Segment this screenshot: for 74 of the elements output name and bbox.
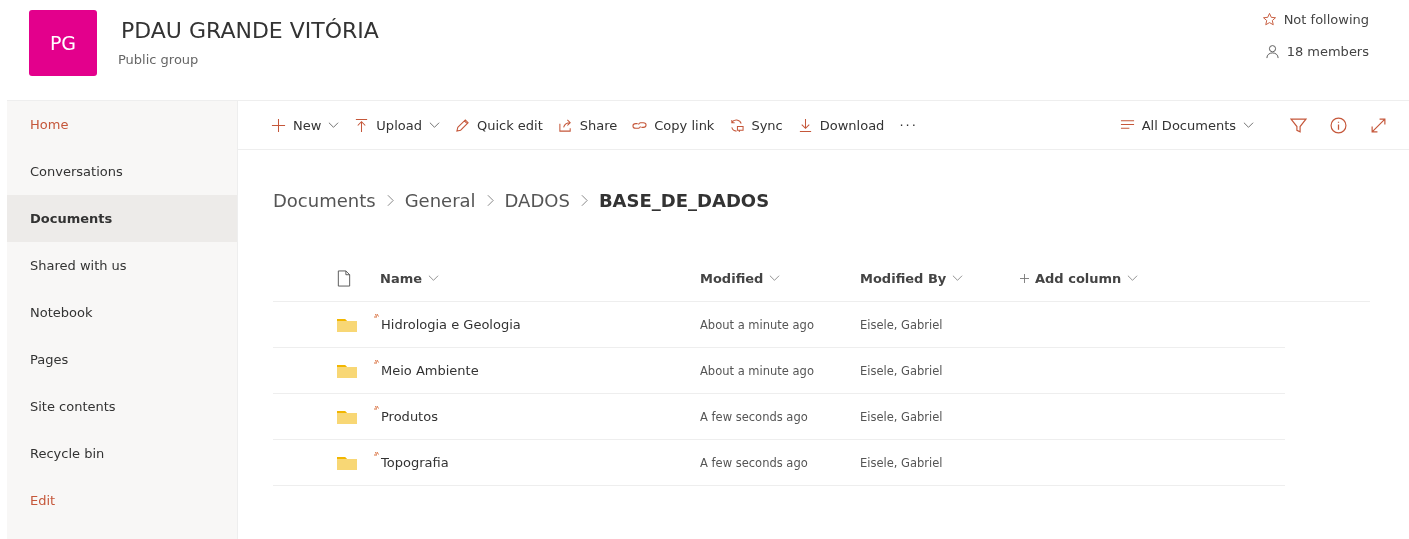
modified-cell-text: About a minute ago — [700, 363, 815, 378]
new-item-icon — [373, 313, 381, 321]
more-button[interactable]: ··· — [899, 113, 925, 137]
upload-icon — [354, 117, 370, 133]
breadcrumb-link[interactable]: BASE_DE_DADOS — [598, 190, 770, 211]
command-button[interactable]: Sync — [729, 113, 790, 137]
star-icon — [1261, 12, 1277, 27]
folder-icon — [337, 362, 357, 379]
view-dropdown[interactable]: All Documents — [1119, 113, 1261, 137]
command-button[interactable]: Upload — [354, 113, 447, 137]
folder-name-link[interactable]: Meio Ambiente — [381, 363, 479, 378]
command-button[interactable]: Download — [797, 113, 892, 137]
plus-icon — [1020, 273, 1029, 283]
filter-icon[interactable] — [1290, 116, 1307, 134]
person-icon — [1264, 44, 1280, 59]
info-icon[interactable] — [1330, 116, 1347, 134]
file-icon — [337, 269, 351, 287]
chevron-down-icon — [1127, 274, 1139, 282]
new-item-icon — [373, 451, 381, 459]
breadcrumb-link[interactable]: Documents — [273, 190, 376, 211]
members-button[interactable]: 18 members — [1264, 44, 1369, 59]
nav-link[interactable]: Recycle bin — [7, 430, 237, 477]
chevron-down-icon — [769, 274, 781, 282]
chevron-right-icon — [386, 194, 394, 207]
command-button[interactable]: Copy link — [632, 113, 722, 137]
folder-name-link[interactable]: Hidrologia e Geologia — [381, 317, 521, 332]
modified-by-cell-text: Eisele, Gabriel — [860, 455, 944, 470]
breadcrumb-link[interactable]: DADOS — [504, 190, 570, 211]
new-item-icon — [373, 405, 381, 413]
nav-link[interactable]: Documents — [7, 195, 237, 242]
expand-icon[interactable] — [1370, 116, 1387, 134]
chevron-down-icon — [428, 274, 439, 282]
nav-link[interactable]: Edit — [7, 477, 237, 524]
new-item-icon — [373, 359, 381, 367]
sync-icon — [729, 117, 745, 133]
site-subtitle: Public group — [118, 52, 200, 67]
command-button[interactable]: Quick edit — [454, 113, 550, 137]
download-icon — [797, 117, 813, 133]
chevron-down-icon — [952, 274, 964, 282]
nav-link[interactable]: Conversations — [7, 148, 237, 195]
site-title[interactable]: PDAU GRANDE VITÓRIA — [121, 18, 379, 43]
follow-button[interactable]: Not following — [1261, 12, 1369, 27]
column-header[interactable]: Modified — [700, 270, 860, 286]
nav-link[interactable]: Notebook — [7, 289, 237, 336]
plus-icon — [271, 117, 286, 133]
share-icon — [557, 117, 573, 133]
modified-by-cell-text: Eisele, Gabriel — [860, 409, 944, 424]
nav-link[interactable]: Pages — [7, 336, 237, 383]
breadcrumb-link[interactable]: General — [404, 190, 476, 211]
chevron-down-icon — [1243, 121, 1254, 129]
command-button[interactable]: Share — [557, 113, 625, 137]
modified-cell-text: A few seconds ago — [700, 409, 809, 424]
chevron-right-icon — [486, 194, 494, 207]
column-header[interactable]: Modified By — [860, 270, 1020, 286]
chevron-down-icon — [428, 121, 440, 129]
modified-cell-text: About a minute ago — [700, 317, 815, 332]
modified-by-cell-text: Eisele, Gabriel — [860, 317, 944, 332]
pencil-icon — [454, 117, 470, 133]
column-header[interactable]: Name — [380, 270, 700, 286]
chevron-down-icon — [328, 121, 340, 129]
nav-link[interactable]: Shared with us — [7, 242, 237, 289]
folder-icon — [337, 408, 357, 425]
chevron-right-icon — [580, 194, 588, 207]
site-logo[interactable]: PG — [29, 10, 97, 76]
nav-link[interactable]: Site contents — [7, 383, 237, 430]
folder-icon — [337, 454, 357, 471]
command-button[interactable]: New — [271, 113, 347, 137]
folder-icon — [337, 316, 357, 333]
folder-name-link[interactable]: Produtos — [381, 409, 438, 424]
nav-link[interactable]: Home — [7, 101, 237, 148]
modified-cell-text: A few seconds ago — [700, 455, 809, 470]
modified-by-cell-text: Eisele, Gabriel — [860, 363, 944, 378]
folder-name-link[interactable]: Topografia — [381, 455, 449, 470]
column-header[interactable]: Add column — [1020, 270, 1139, 286]
